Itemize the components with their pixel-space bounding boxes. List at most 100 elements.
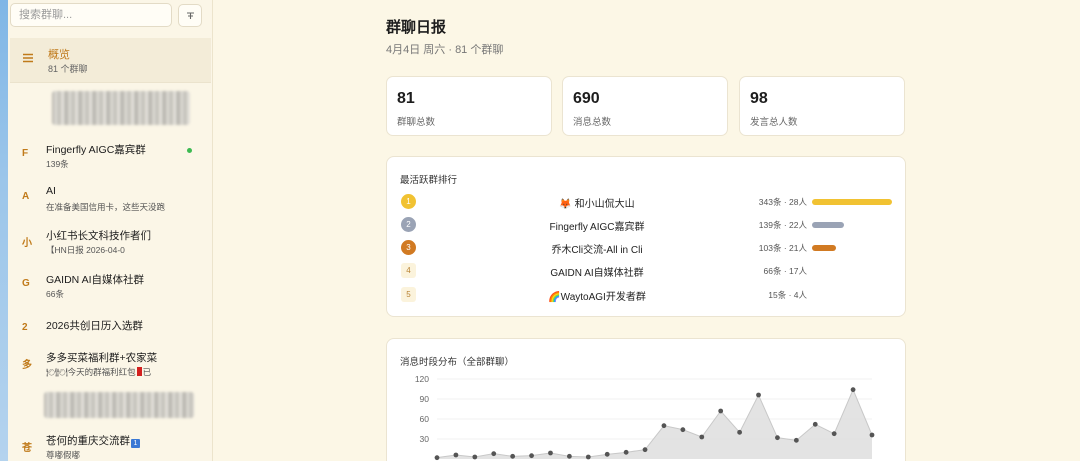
data-point[interactable] [472,454,478,460]
group-preview: 66条 [46,289,64,299]
ranking-row[interactable]: 4 GAIDN AI自媒体社群 66条 · 17人 [387,261,907,281]
data-point[interactable] [491,451,497,457]
hourly-chart: 120 90 60 30 [415,374,875,461]
area-series [437,389,872,459]
group-preview: 🍽🍽今天的群福利红包已 [46,366,151,378]
filter-icon [186,12,194,19]
group-name-text: 苍何的重庆交流群 [46,435,130,447]
ranking-row[interactable]: 3 乔木Cli交流-All in Cli 103条 · 21人 [387,238,907,258]
overview-count: 81 个群聊 [48,64,88,74]
stat-card-speakers: 98 发言总人数 [739,76,905,136]
stat-label: 发言总人数 [750,117,798,128]
rank-bar [812,199,892,205]
rank-stat: 343条 · 28人 [758,197,807,207]
rank-badge: 2 [401,217,416,232]
data-point[interactable] [775,435,780,441]
group-preview: 【HN日报 2026-04-0 [46,245,125,255]
window-edge [0,0,8,461]
rank-badge: 1 [401,194,416,209]
list-item-group-fingerfly[interactable]: F Fingerfly AIGC嘉宾群 139条 [10,136,211,178]
stat-value: 98 [750,90,768,107]
data-point[interactable] [793,437,799,443]
group-preview: 尊嘟假嘟 [46,450,81,460]
redacted-group-item[interactable] [52,91,190,125]
data-point[interactable] [453,452,459,458]
data-point[interactable] [661,423,667,429]
group-avatar: 小 [22,238,32,249]
rank-group-name: 🌈WaytoAGI开发者群 [548,292,646,303]
ranking-row[interactable]: 2 Fingerfly AIGC嘉宾群 139条 · 22人 [387,215,907,235]
sidebar-item-overview[interactable]: 概览 81 个群聊 [10,38,211,82]
menu-icon [23,53,33,63]
stat-card-messages: 690 消息总数 [562,76,728,136]
group-avatar: 苍 [22,443,32,454]
group-avatar: F [22,148,29,159]
y-tick-label: 120 [415,374,429,384]
rank-badge: 5 [401,287,416,302]
list-item-group-gaidn[interactable]: G GAIDN AI自媒体社群 66条 [10,266,211,308]
data-point[interactable] [718,408,724,414]
data-point[interactable] [680,427,686,433]
search-input[interactable] [10,3,172,27]
rank-stat: 66条 · 17人 [763,266,807,276]
rank-bar [812,222,844,228]
stat-value: 81 [397,90,415,107]
data-point[interactable] [850,387,856,393]
search-row [8,0,212,34]
list-item-group-canghe[interactable]: 苍 苍何的重庆交流群 1 尊嘟假嘟 [10,427,211,461]
red-packet-icon [136,367,142,376]
rank-group-name: 乔木Cli交流-All in Cli [551,245,643,256]
data-point[interactable] [623,449,629,455]
overview-title: 概览 [48,49,70,61]
data-point[interactable] [756,392,761,398]
page-title: 群聊日报 [386,19,447,36]
group-name: GAIDN AI自媒体社群 [46,274,145,286]
rank-bar [812,245,836,251]
list-item-group-ai[interactable]: A AI 在准备美国信用卡，这些天没跑 [10,179,211,221]
group-preview: 139条 [46,159,69,169]
data-point[interactable] [737,429,743,435]
list-item-group-xiaohongshu[interactable]: 小 小红书长文科技作者们 【HN日报 2026-04-0 [10,222,211,264]
filter-button[interactable] [178,4,202,27]
group-avatar: 多 [22,360,32,371]
rank-group-name: 🦊 和小山侃大山 [559,199,635,210]
y-tick-label: 60 [420,414,430,424]
group-name: Fingerfly AIGC嘉宾群 [46,144,146,156]
data-point[interactable] [812,421,818,427]
rank-group-name: Fingerfly AIGC嘉宾群 [549,222,645,233]
stat-label: 消息总数 [573,117,612,128]
data-point[interactable] [548,450,553,456]
rank-stat: 139条 · 22人 [758,220,807,230]
group-name: 小红书长文科技作者们 [46,230,151,242]
data-point[interactable] [566,453,572,459]
data-point[interactable] [869,432,875,438]
data-point[interactable] [642,447,648,453]
data-point[interactable] [510,453,516,459]
group-preview-text: 已 [142,367,152,377]
sidebar: 概览 81 个群聊 F Fingerfly AIGC嘉宾群 139条 A AI … [8,0,213,461]
rank-badge: 3 [401,240,416,255]
group-preview-text: 🍽🍽今天的群福利红包 [46,367,136,377]
ranking-row[interactable]: 1 🦊 和小山侃大山 343条 · 28人 [387,192,907,212]
data-point[interactable] [604,451,610,457]
group-name: 多多买菜福利群+农家菜 [46,352,158,364]
group-name: AI [46,185,56,197]
ranking-card: 最活跃群排行 1 🦊 和小山侃大山 343条 · 28人 2 Fingerfly… [386,156,906,317]
y-tick-label: 30 [420,434,430,444]
rank-stat: 15条 · 4人 [768,290,807,300]
stat-value: 690 [573,90,600,107]
group-preview: 在准备美国信用卡，这些天没跑 [46,202,166,212]
list-item-group-duoduo[interactable]: 多 多多买菜福利群+农家菜 🍽🍽今天的群福利红包已 [10,344,211,386]
data-point[interactable] [831,431,837,437]
rank-badge: 4 [401,263,416,278]
page-subtitle: 4月4日 周六 · 81 个群聊 [386,44,504,56]
data-point[interactable] [529,453,534,459]
group-name: 苍何的重庆交流群 1 [46,433,140,448]
data-point[interactable] [585,454,591,460]
ranking-title: 最活跃群排行 [400,175,458,186]
group-name: 2026共创日历入选群 [46,320,143,332]
ranking-row[interactable]: 5 🌈WaytoAGI开发者群 15条 · 4人 [387,285,907,305]
redacted-group-item[interactable] [44,392,194,418]
data-point[interactable] [699,434,705,440]
data-point[interactable] [434,455,440,461]
